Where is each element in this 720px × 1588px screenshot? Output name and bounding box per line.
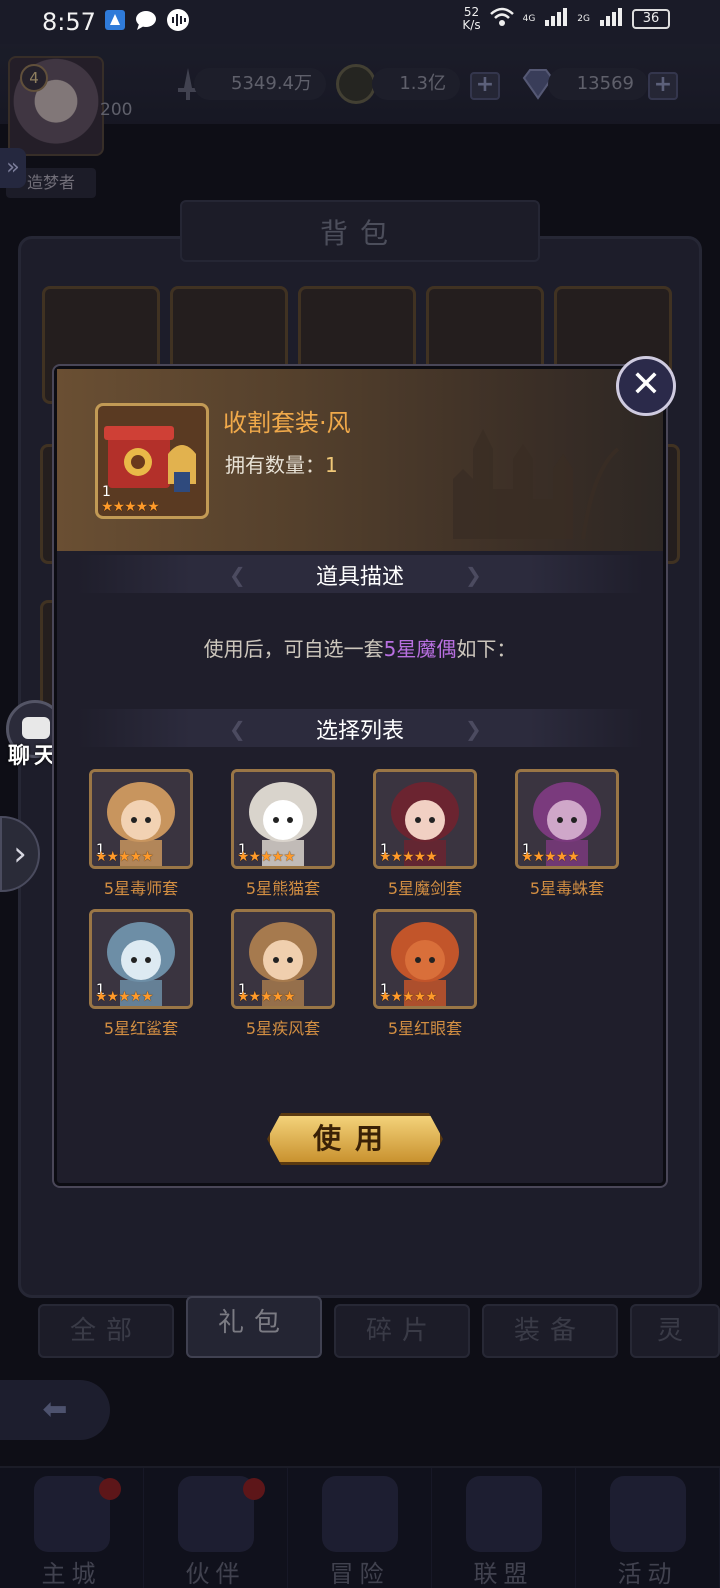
audio-notification-icon	[166, 8, 190, 36]
choice-list-header: ❮ 选择列表 ❯	[77, 709, 643, 747]
status-bar: 8:57 52 K/s 4G 2G 36	[0, 0, 720, 44]
castle-silhouette-icon	[453, 429, 620, 539]
item-header: 1 ★★★★★ 收割套装·风 拥有数量：1	[57, 369, 663, 551]
item-description: 使用后，可自选一套5星魔偶如下：	[203, 637, 517, 661]
choice-item[interactable]: 1 ★★★★★	[373, 909, 477, 1009]
network-speed: 52 K/s	[462, 5, 481, 32]
choice-label: 5星红眼套	[387, 1019, 463, 1038]
choice-stars: ★★★★★	[521, 849, 580, 865]
item-detail-dialog: 1 ★★★★★ 收割套装·风 拥有数量：1 ❮ 道具描述 ❯ 使用后，可自选一套…	[54, 366, 666, 1186]
choice-stars: ★★★★★	[95, 989, 154, 1005]
choice-item[interactable]: 1 ★★★★★	[231, 909, 335, 1009]
choice-item[interactable]: 1 ★★★★★	[515, 769, 619, 869]
choice-label: 5星疾风套	[245, 1019, 321, 1038]
chevron-right-icon: ›	[13, 834, 27, 874]
choice-stars: ★★★★★	[379, 989, 438, 1005]
choice-stars: ★★★★★	[95, 849, 154, 865]
chat-bubble-icon	[22, 717, 50, 739]
choice-label: 5星毒师套	[103, 879, 179, 898]
choice-stars: ★★★★★	[237, 989, 296, 1005]
description-title: 道具描述	[315, 565, 404, 590]
battery-indicator: 36	[632, 9, 670, 29]
description-header: ❮ 道具描述 ❯	[77, 555, 643, 593]
chat-label: 聊天	[8, 744, 61, 769]
wifi-icon	[489, 6, 515, 32]
choice-item[interactable]: 1 ★★★★★	[89, 909, 193, 1009]
signal-icon	[543, 6, 569, 32]
choice-list-title: 选择列表	[315, 719, 404, 744]
item-icon: 1 ★★★★★	[95, 403, 209, 519]
item-owned-count: 拥有数量：1	[225, 453, 338, 477]
choice-label: 5星毒蛛套	[529, 879, 605, 898]
clock: 8:57	[42, 8, 96, 36]
close-icon: ✕	[630, 364, 662, 405]
message-notification-icon	[134, 9, 158, 35]
choice-stars: ★★★★★	[237, 849, 296, 865]
app-notification-icon	[104, 9, 126, 35]
choice-item[interactable]: 1 ★★★★★	[373, 769, 477, 869]
item-name: 收割套装·风	[223, 409, 351, 437]
network-type-2: 2G	[577, 14, 590, 24]
choice-stars: ★★★★★	[379, 849, 438, 865]
choice-item[interactable]: 1 ★★★★★	[231, 769, 335, 869]
signal-icon-2	[598, 6, 624, 32]
choice-label: 5星魔剑套	[387, 879, 463, 898]
choice-item[interactable]: 1 ★★★★★	[89, 769, 193, 869]
item-qty: 1	[102, 484, 111, 500]
item-stars: ★★★★★	[101, 499, 160, 515]
use-button[interactable]: 使用	[267, 1113, 443, 1165]
close-button[interactable]: ✕	[616, 356, 676, 416]
ornament-right-icon: ❯	[465, 717, 482, 741]
choice-label: 5星熊猫套	[245, 879, 321, 898]
network-type-1: 4G	[522, 14, 536, 24]
ornament-right-icon: ❯	[465, 563, 482, 587]
choice-label: 5星红鲨套	[103, 1019, 179, 1038]
